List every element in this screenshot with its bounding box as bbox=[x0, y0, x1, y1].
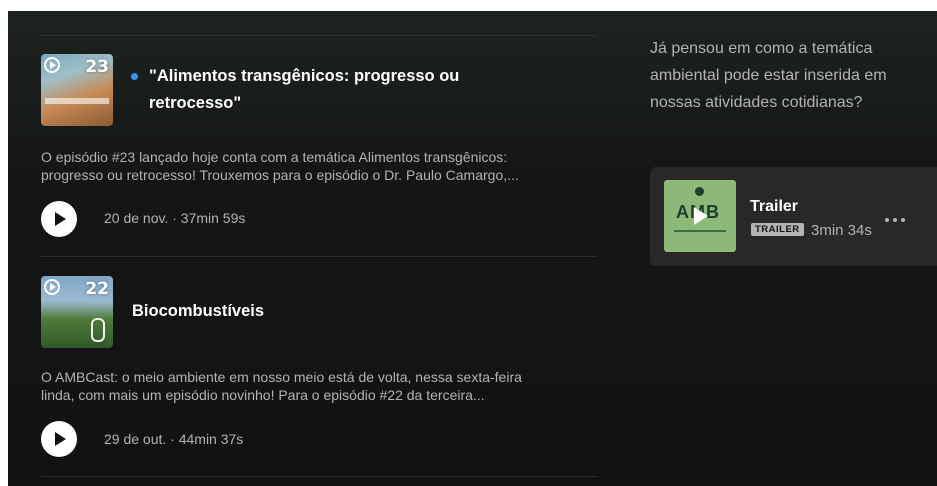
episode-description: O AMBCast: o meio ambiente em nosso meio… bbox=[41, 368, 601, 404]
about-line: nossas atividades cotidianas? bbox=[650, 94, 863, 111]
podcast-about-text: Já pensou em como a temática ambiental p… bbox=[650, 35, 935, 116]
episode-description: O episódio #23 lançado hoje conta com a … bbox=[41, 148, 601, 184]
play-icon bbox=[44, 279, 60, 295]
episode-number-badge: 23 bbox=[85, 57, 109, 77]
episode-play-button[interactable] bbox=[41, 201, 77, 237]
episode-title-line: "Alimentos transgênicos: progresso ou bbox=[149, 67, 460, 85]
more-options-icon[interactable] bbox=[885, 209, 915, 222]
episode-description-line: O episódio #23 lançado hoje conta com a … bbox=[41, 149, 508, 165]
microphone-icon bbox=[91, 318, 105, 342]
trailer-art-subtitle bbox=[674, 230, 726, 232]
podcast-page: 23 "Alimentos transgênicos: progresso ou… bbox=[8, 11, 937, 486]
trailer-card[interactable]: AMB Trailer TRAILER 3min 34s bbox=[650, 167, 937, 266]
episode-thumbnail[interactable]: 22 bbox=[41, 276, 113, 348]
episode-meta: 20 de nov. · 37min 59s bbox=[104, 210, 246, 226]
episode-meta: 29 de out. · 44min 37s bbox=[104, 431, 244, 447]
trailer-badge: TRAILER bbox=[751, 223, 804, 236]
episode-description-line: linda, com mais um episódio novinho! Par… bbox=[41, 387, 485, 403]
episode-number-badge: 22 bbox=[85, 279, 109, 299]
thumbnail-caption-bar bbox=[45, 98, 109, 104]
episode-title[interactable]: Biocombustíveis bbox=[132, 298, 264, 325]
episode-play-button[interactable] bbox=[41, 421, 77, 457]
leaf-icon bbox=[695, 187, 704, 196]
episode-description-line: progresso ou retrocesso! Trouxemos para … bbox=[41, 167, 519, 183]
episode-description-line: O AMBCast: o meio ambiente em nosso meio… bbox=[41, 369, 522, 385]
new-episode-dot-icon bbox=[131, 73, 138, 80]
trailer-artwork[interactable]: AMB bbox=[664, 180, 736, 252]
play-icon bbox=[44, 57, 60, 73]
trailer-title[interactable]: Trailer bbox=[750, 198, 798, 216]
episode-title-line: Biocombustíveis bbox=[132, 302, 265, 320]
divider bbox=[41, 256, 597, 257]
episode-title[interactable]: "Alimentos transgênicos: progresso ou re… bbox=[149, 63, 459, 117]
about-line: Já pensou em como a temática bbox=[650, 40, 873, 57]
divider bbox=[41, 35, 597, 36]
trailer-duration: 3min 34s bbox=[811, 222, 872, 239]
episode-thumbnail[interactable]: 23 bbox=[41, 54, 113, 126]
about-line: ambiental pode estar inserida em bbox=[650, 67, 887, 84]
play-icon[interactable] bbox=[694, 207, 708, 225]
divider bbox=[41, 476, 597, 477]
episode-title-line: retrocesso" bbox=[149, 94, 242, 112]
